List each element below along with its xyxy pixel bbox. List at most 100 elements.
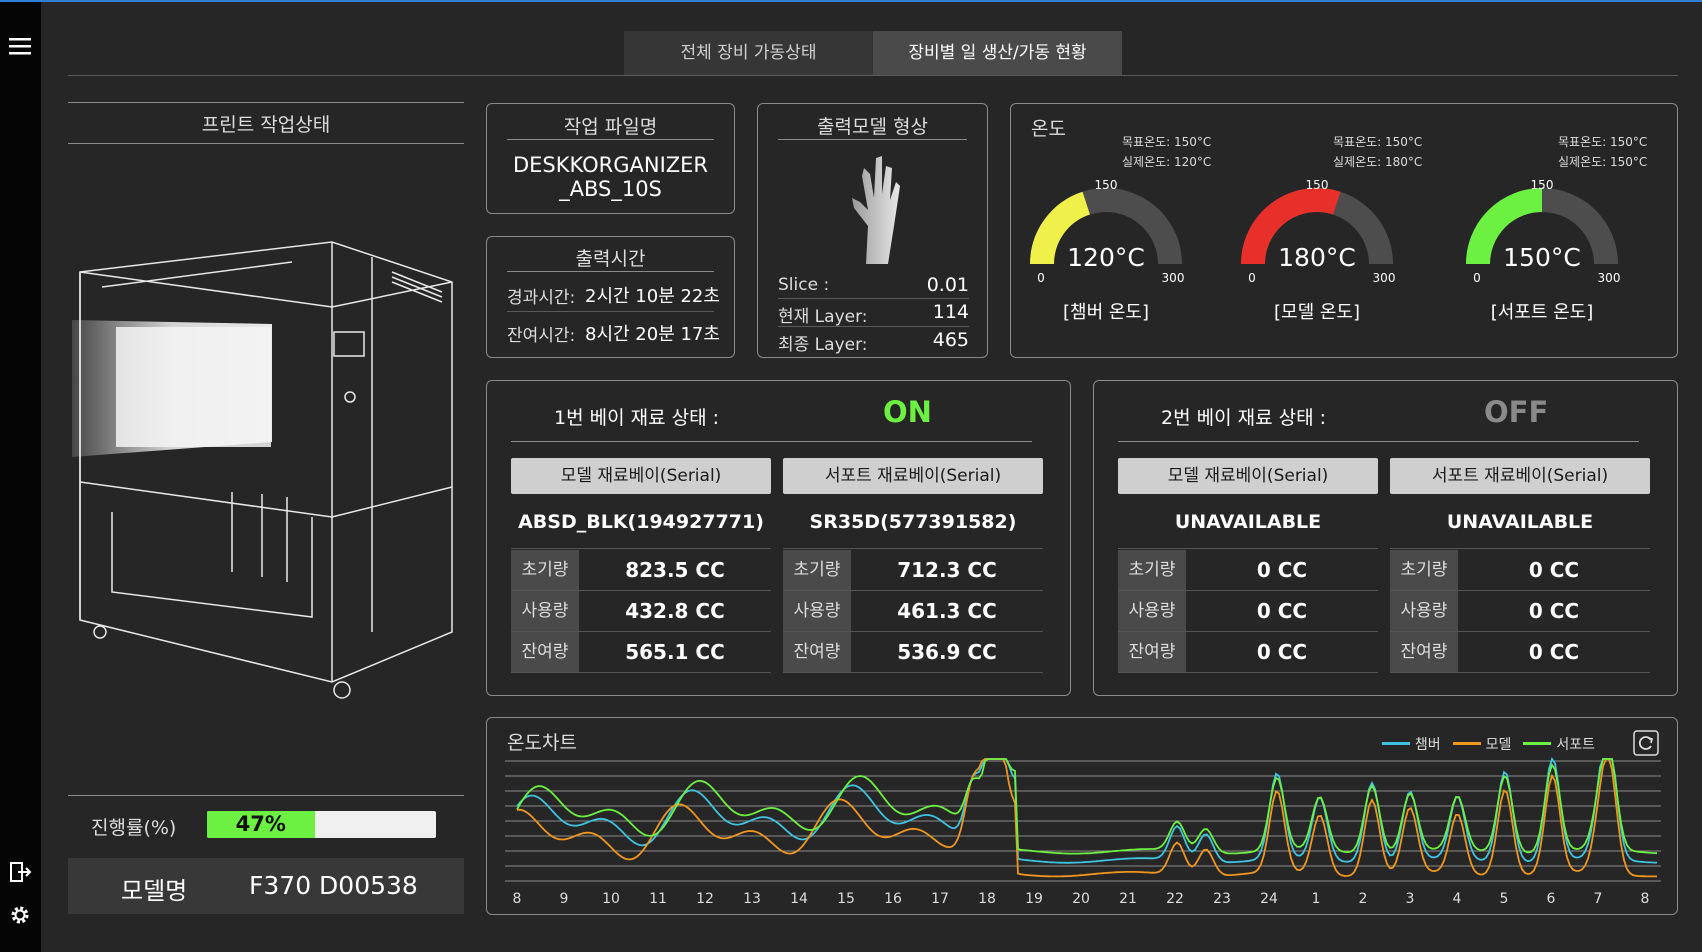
material-row-value: 0 CC <box>1256 640 1308 664</box>
legend-swatch <box>1523 742 1552 745</box>
job-file-name-line2: _ABS_10S <box>559 177 662 201</box>
material-row: 초기량 712.3 CC <box>783 550 1043 591</box>
chart-x-tick: 21 <box>1119 891 1137 907</box>
material-serial: UNAVAILABLE <box>1446 511 1594 533</box>
chart-x-tick: 8 <box>1641 891 1650 907</box>
print-time-title-line <box>507 271 714 272</box>
material-row-value: 432.8 CC <box>625 599 725 623</box>
material-row-value: 461.3 CC <box>897 599 997 623</box>
progress-top-line <box>68 795 464 796</box>
gauge-tick-max: 300 <box>1598 271 1621 285</box>
print-status-title: 프린트 작업상태 <box>201 114 331 136</box>
progress-bar: 47% <box>207 811 436 838</box>
gauge-target-temp: 목표온도: 150°C <box>1558 135 1648 149</box>
material-row-label: 사용량 <box>783 591 851 631</box>
model-shape-panel: 출력모델 형상 Slice : 0.01 현재 Layer: 114 최종 La… <box>757 103 988 358</box>
chart-x-tick: 16 <box>884 891 902 907</box>
chart-x-tick: 13 <box>743 891 761 907</box>
gear-icon[interactable] <box>8 903 32 927</box>
chart-x-tick: 9 <box>560 891 569 907</box>
progress-value: 47% <box>235 812 286 836</box>
material-row: 사용량 432.8 CC <box>511 591 771 632</box>
temperature-chart-panel: 온도차트 챔버 모델 서포트 8 9 10 11 12 13 14 15 16 17 18 19 20 21 2… <box>486 717 1678 915</box>
bay1-title: 1번 베이 재료 상태 : <box>554 407 720 429</box>
legend-swatch <box>1452 742 1481 745</box>
material-row: 잔여량 0 CC <box>1390 632 1650 673</box>
gauge-value: 150°C <box>1503 243 1581 272</box>
material-row-value: 712.3 CC <box>897 558 997 582</box>
material-bay-header[interactable]: 서포트 재료베이(Serial) <box>1390 458 1650 494</box>
bay2-panel: 2번 베이 재료 상태 : OFF 모델 재료베이(Serial) UNAVAIL… <box>1093 380 1678 696</box>
tab-all-equipment[interactable]: 전체 장비 가동상태 <box>624 31 873 75</box>
temperature-panel: 온도 목표온도: 150°C 실제온도: 120°C 150 0 300 120°C [챔버… <box>1010 103 1678 358</box>
material-row: 초기량 0 CC <box>1118 550 1378 591</box>
job-file-title: 작업 파일명 <box>563 116 658 138</box>
print-status-title-line <box>68 143 464 144</box>
tab-bar: 전체 장비 가동상태 장비별 일 생산/가동 현황 <box>624 31 1122 75</box>
material-row-value: 0 CC <box>1256 599 1308 623</box>
material-row: 초기량 823.5 CC <box>511 550 771 591</box>
model-name-label: 모델명 <box>121 877 188 905</box>
model-shape-row-line-1 <box>778 298 969 299</box>
progress-label: 진행률(%) <box>91 817 177 839</box>
material-row-label: 사용량 <box>1118 591 1186 631</box>
bay2-status: OFF <box>1484 395 1549 429</box>
material-serial: UNAVAILABLE <box>1174 511 1322 533</box>
chart-x-tick: 23 <box>1213 891 1231 907</box>
material-divider <box>783 548 1043 549</box>
material-row-value: 0 CC <box>1528 640 1580 664</box>
legend-item: 챔버 <box>1381 734 1441 754</box>
model-shape-title: 출력모델 형상 <box>817 116 928 138</box>
tab-equipment-daily[interactable]: 장비별 일 생산/가동 현황 <box>873 31 1122 75</box>
chart-x-tick: 2 <box>1359 891 1368 907</box>
legend-label: 챔버 <box>1414 736 1441 753</box>
progress-fill: 47% <box>207 811 315 838</box>
model-shape-row-line-2 <box>778 326 969 327</box>
material-row: 사용량 0 CC <box>1390 591 1650 632</box>
chart-title: 온도차트 <box>507 732 577 754</box>
menu-icon[interactable] <box>8 34 32 58</box>
slice-value: 0.01 <box>926 274 969 296</box>
gauge-tick-min: 0 <box>1473 271 1481 285</box>
material-row-value: 0 CC <box>1528 599 1580 623</box>
model-shape-title-line <box>778 139 967 140</box>
legend-swatch <box>1381 742 1410 745</box>
current-layer-value: 114 <box>932 301 969 323</box>
material-divider <box>511 548 771 549</box>
material-row: 잔여량 536.9 CC <box>783 632 1043 673</box>
logout-icon[interactable] <box>8 860 32 884</box>
material-row-label: 잔여량 <box>783 632 851 672</box>
print-time-row-line <box>507 311 714 312</box>
elapsed-value: 2시간 10분 22초 <box>585 286 720 307</box>
material-bay-header[interactable]: 모델 재료베이(Serial) <box>511 458 771 494</box>
material-row-value: 565.1 CC <box>625 640 725 664</box>
temperature-chart: 8 9 10 11 12 13 14 15 16 17 18 19 20 21 22 23 24 1 2 3 4 5 6 7 8 <box>505 756 1661 907</box>
material-row: 잔여량 565.1 CC <box>511 632 771 673</box>
job-file-name-line1: DESKKORGANIZER <box>512 153 709 177</box>
material-row-value: 0 CC <box>1256 558 1308 582</box>
chart-x-tick: 10 <box>602 891 620 907</box>
final-layer-label: 최종 Layer: <box>778 335 868 355</box>
material-row: 사용량 0 CC <box>1118 591 1378 632</box>
bay1-title-line <box>511 441 1032 442</box>
chart-x-tick: 8 <box>513 891 522 907</box>
job-file-title-line <box>507 139 714 140</box>
material-row-label: 초기량 <box>1118 550 1186 590</box>
gauge-tick-mid: 150 <box>1531 178 1554 192</box>
model-name-value: F370 D00538 <box>249 871 418 900</box>
gauge-2: 목표온도: 150°C 실제온도: 150°C 150 0 300 150°C [서포트 온… <box>1011 104 1679 359</box>
chart-x-tick: 4 <box>1453 891 1462 907</box>
chart-x-tick: 22 <box>1166 891 1184 907</box>
material-row-value: 536.9 CC <box>897 640 997 664</box>
material-divider <box>1390 548 1650 549</box>
material-bay-header[interactable]: 모델 재료베이(Serial) <box>1118 458 1378 494</box>
chart-x-tick: 18 <box>978 891 996 907</box>
material-bay-header[interactable]: 서포트 재료베이(Serial) <box>783 458 1043 494</box>
material-divider <box>1118 548 1378 549</box>
chart-x-tick: 14 <box>790 891 808 907</box>
chart-x-tick: 17 <box>931 891 949 907</box>
top-accent-line <box>0 0 1702 2</box>
material-row-value: 823.5 CC <box>625 558 725 582</box>
legend-item: 서포트 <box>1523 734 1595 754</box>
print-time-panel: 출력시간 경과시간: 2시간 10분 22초 잔여시간: 8시간 20분 17초 <box>486 236 735 358</box>
